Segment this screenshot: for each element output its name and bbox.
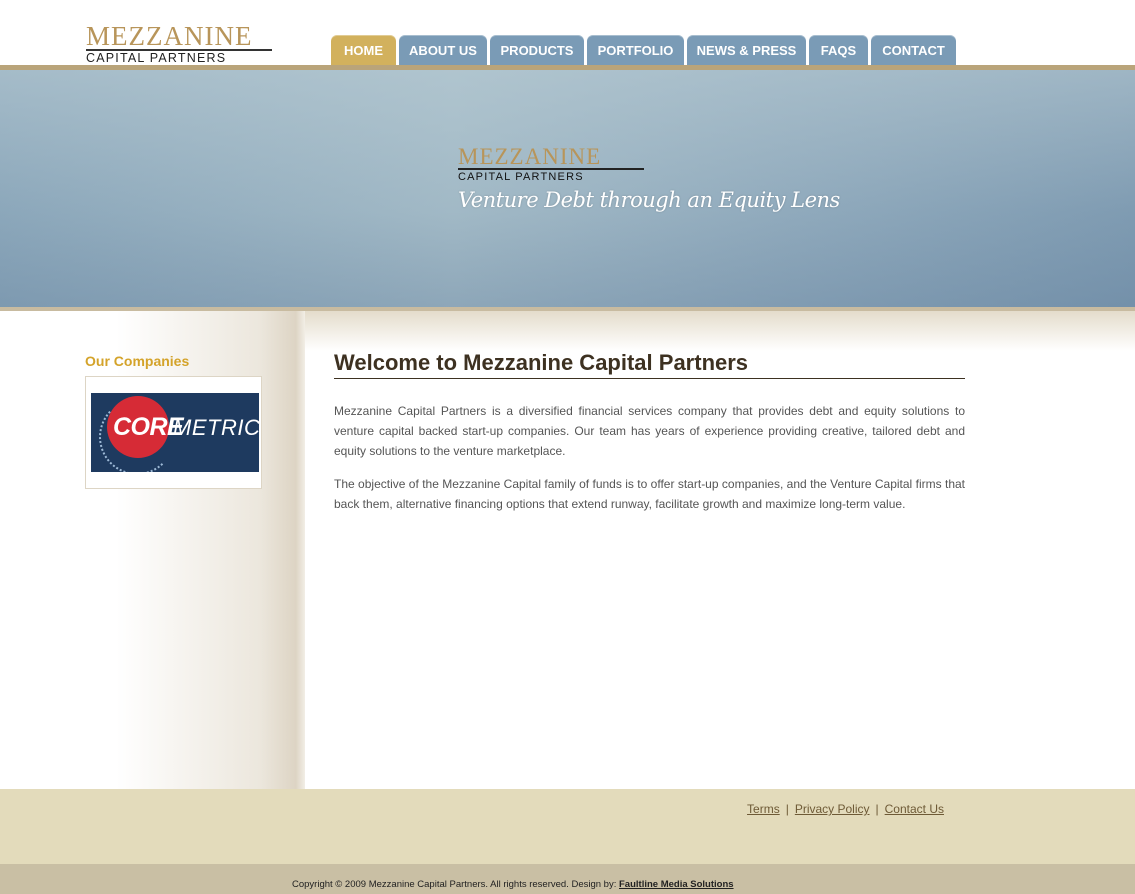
banner-logo: MEZZANINE CAPITAL PARTNERS	[458, 144, 644, 183]
footer-links: Terms | Privacy Policy | Contact Us	[747, 802, 944, 816]
footer-separator: |	[785, 802, 789, 816]
main-content: Welcome to Mezzanine Capital Partners Me…	[334, 350, 965, 514]
nav-tab-contact[interactable]: CONTACT	[871, 35, 956, 66]
intro-paragraph: Mezzanine Capital Partners is a diversif…	[334, 404, 965, 458]
nav-tab-products[interactable]: PRODUCTS	[490, 35, 584, 66]
objective-paragraph: The objective of the Mezzanine Capital f…	[334, 477, 965, 511]
privacy-policy-link[interactable]: Privacy Policy	[795, 802, 870, 816]
main-nav: HOME ABOUT US PRODUCTS PORTFOLIO NEWS & …	[331, 35, 956, 66]
contact-us-link[interactable]: Contact Us	[885, 802, 944, 816]
page-title: Welcome to Mezzanine Capital Partners	[334, 350, 965, 379]
footer-separator: |	[875, 802, 879, 816]
banner-logo-subtitle: CAPITAL PARTNERS	[458, 171, 584, 183]
logo-metrics-text: METRICS	[173, 415, 259, 440]
nav-tab-faqs[interactable]: FAQS	[809, 35, 868, 66]
banner-logo-wordmark: MEZZANINE	[458, 144, 602, 169]
logo-subtitle: CAPITAL PARTNERS	[86, 51, 227, 65]
company-card[interactable]: CORE METRICS	[85, 376, 262, 489]
footer: Terms | Privacy Policy | Contact Us	[0, 789, 1135, 864]
terms-link[interactable]: Terms	[747, 802, 780, 816]
logo-wordmark: MEZZANINE	[86, 21, 253, 51]
nav-tab-about-us[interactable]: ABOUT US	[399, 35, 487, 66]
site-logo[interactable]: MEZZANINE CAPITAL PARTNERS	[86, 21, 272, 65]
copyright-bar: Copyright © 2009 Mezzanine Capital Partn…	[0, 864, 1135, 894]
coremetrics-logo[interactable]: CORE METRICS	[91, 393, 259, 472]
nav-tab-home[interactable]: HOME	[331, 35, 396, 66]
copyright-text: Copyright © 2009 Mezzanine Capital Partn…	[292, 879, 734, 890]
site-header: MEZZANINE CAPITAL PARTNERS HOME ABOUT US…	[0, 0, 1135, 66]
designer-link[interactable]: Faultline Media Solutions	[619, 879, 734, 890]
nav-tab-news-press[interactable]: NEWS & PRESS	[687, 35, 806, 66]
sidebar-title: Our Companies	[85, 353, 190, 369]
hero-banner: MEZZANINE CAPITAL PARTNERS Venture Debt …	[0, 70, 1135, 307]
nav-tab-portfolio[interactable]: PORTFOLIO	[587, 35, 684, 66]
banner-tagline: Venture Debt through an Equity Lens	[458, 188, 840, 212]
copyright-label: Copyright © 2009 Mezzanine Capital Partn…	[292, 879, 617, 890]
